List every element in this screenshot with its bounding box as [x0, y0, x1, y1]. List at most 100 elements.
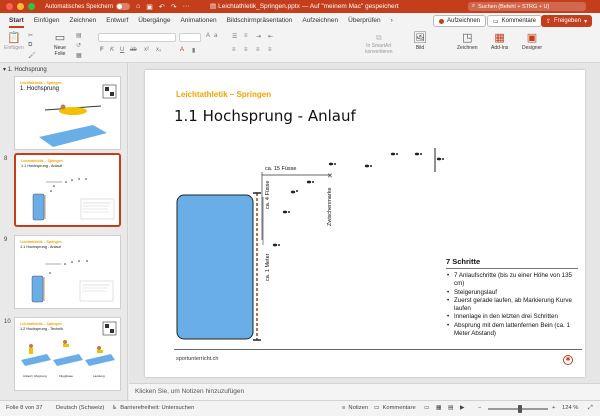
bold-icon[interactable]: F	[100, 47, 104, 53]
tab-slideshow[interactable]: Bildschirmpräsentation	[222, 13, 298, 29]
tab-insert[interactable]: Einfügen	[29, 13, 65, 29]
share-icon: ⇪	[546, 18, 552, 25]
autosave-toggle[interactable]: Automatisches Speichern	[45, 3, 131, 10]
new-slide-button[interactable]: ▭ Neue Folie	[54, 31, 66, 57]
convert-smartart-button[interactable]: ⧉ In SmartArt konvertieren	[365, 33, 393, 55]
slide-thumbnail[interactable]: Leichtathletik – Springen 1.1 Hochsprung…	[14, 235, 121, 309]
label-intermediate-mark[interactable]: Zwischenmarke	[327, 187, 333, 226]
bullets-icon[interactable]: ☰	[232, 33, 237, 40]
current-slide[interactable]: Leichtathletik – Springen 1.1 Hochsprung…	[145, 70, 585, 377]
autosave-switch[interactable]	[116, 3, 131, 10]
label-four-feet[interactable]: ca. 4 Füsse	[265, 181, 271, 209]
draw-button[interactable]: ◳ Zeichnen	[457, 31, 478, 51]
footer-website[interactable]: sportunterricht.ch	[176, 356, 219, 362]
steps-textbox[interactable]: 7 Schritte 7 Anlaufschritte (bis zu eine…	[446, 257, 578, 338]
slide-sorter-icon[interactable]: ▦	[436, 405, 441, 411]
comments-status-button[interactable]: ▭ Kommentare	[374, 405, 416, 411]
highlight-icon[interactable]: ▮	[192, 47, 195, 54]
subscript-icon[interactable]: x₂	[156, 47, 161, 53]
strikethrough-icon[interactable]: ab	[130, 47, 137, 53]
notes-field[interactable]: Klicken Sie, um Notizen hinzuzufügen	[129, 383, 600, 400]
label-one-meter[interactable]: ca. 1 Meter	[265, 253, 271, 281]
landing-mat[interactable]	[176, 194, 254, 340]
notes-button[interactable]: ≡ Notizen	[342, 405, 368, 411]
home-icon[interactable]: ⌂	[136, 3, 140, 10]
align-center-icon[interactable]: ≡	[244, 47, 248, 53]
zoom-slider-handle[interactable]	[518, 405, 522, 413]
addins-button[interactable]: ▦ Add-Ins	[491, 31, 508, 51]
tab-draw[interactable]: Zeichnen	[64, 13, 101, 29]
tabs-chevron-icon[interactable]: ›	[386, 13, 398, 29]
fullscreen-window-button[interactable]	[28, 3, 35, 10]
designer-icon: ▣	[526, 32, 538, 44]
shapes-icon: ◳	[462, 32, 473, 44]
runner-logo-icon: ✱	[563, 355, 573, 365]
format-painter-icon[interactable]: 🖌	[28, 52, 36, 59]
section-icon[interactable]: ▦	[76, 52, 82, 59]
slide-thumbnail[interactable]: Leichtathletik – Springen 1.2 Hochsprung…	[14, 317, 121, 391]
zoom-out-icon[interactable]: −	[478, 405, 481, 411]
slide-thumbnail[interactable]: Leichtathletik – Springen 1.1 Hochsprung…	[14, 153, 121, 227]
label-fifteen-feet[interactable]: ca. 15 Füsse	[265, 166, 297, 172]
slide-thumbnail-pane[interactable]: ▾ 1. Hochsprung Leichtathletik – Springe…	[0, 63, 128, 400]
align-left-icon[interactable]: ≡	[232, 47, 236, 53]
superscript-icon[interactable]: x²	[144, 47, 149, 53]
picture-button[interactable]: 🖼 Bild	[413, 31, 427, 51]
thumbnail-image	[21, 321, 117, 366]
slide-counter: Folie 8 von 37	[6, 405, 43, 411]
record-button[interactable]: Aufzeichnen	[433, 15, 487, 27]
indent-icon[interactable]: ⇥	[256, 33, 261, 40]
share-button[interactable]: ⇪ Freigeben ▾	[541, 15, 593, 27]
slide-thumbnail[interactable]: Leichtathletik – Springen 1. Hochsprung	[14, 76, 121, 150]
accessibility-icon: ♿	[112, 405, 118, 411]
align-right-icon[interactable]: ≡	[256, 47, 260, 53]
justify-icon[interactable]: ≡	[268, 47, 272, 53]
numbering-icon[interactable]: ≡	[244, 33, 248, 39]
accessibility-button[interactable]: ♿ Barrierefreiheit: Untersuchen	[112, 405, 194, 411]
picture-icon: 🖼	[413, 32, 427, 44]
tab-transitions[interactable]: Übergänge	[133, 13, 175, 29]
font-family-select[interactable]	[98, 33, 176, 42]
search-icon: ⌕	[472, 3, 476, 9]
tab-animations[interactable]: Animationen	[175, 13, 221, 29]
document-title[interactable]: ▤ Leichtathletik_Springen.pptx — Auf "me…	[210, 2, 399, 11]
zoom-level[interactable]: 124 %	[562, 405, 578, 411]
list-item: Absprung mit dem lattenfernen Bein (ca. …	[446, 322, 578, 339]
redo-icon[interactable]: ↷	[171, 3, 177, 11]
font-shrink-icon[interactable]: a	[214, 33, 217, 39]
fit-to-window-icon[interactable]: ⤢	[588, 405, 593, 412]
font-grow-icon[interactable]: A	[206, 33, 210, 39]
section-header[interactable]: ▾ 1. Hochsprung	[3, 66, 47, 73]
tab-design[interactable]: Entwurf	[101, 13, 133, 29]
tab-review[interactable]: Überprüfen	[343, 13, 386, 29]
tab-record[interactable]: Aufzeichnen	[297, 13, 343, 29]
steps-list: 7 Anlaufschritte (bis zu einer Höhe von …	[446, 272, 578, 338]
zoom-in-icon[interactable]: +	[552, 405, 555, 411]
slide-editor[interactable]: Leichtathletik – Springen 1.1 Hochsprung…	[129, 63, 600, 383]
layout-icon[interactable]: ▤	[76, 32, 82, 39]
save-icon[interactable]: ▣	[146, 3, 153, 11]
cut-icon[interactable]: ✂	[28, 32, 33, 39]
comments-button[interactable]: ▭ Kommentare	[487, 15, 543, 27]
underline-icon[interactable]: U	[120, 47, 124, 53]
close-window-button[interactable]	[6, 3, 13, 10]
intermediate-mark[interactable]: ✕	[327, 173, 333, 180]
reset-icon[interactable]: ↺	[76, 42, 81, 49]
outdent-icon[interactable]: ⇤	[268, 33, 273, 40]
paste-button[interactable]: 📋 Einfügen	[4, 31, 24, 51]
copy-icon[interactable]: ⧉	[28, 42, 32, 49]
normal-view-icon[interactable]: ▭	[424, 405, 429, 411]
language-indicator[interactable]: Deutsch (Schweiz)	[56, 405, 104, 411]
font-size-select[interactable]	[179, 33, 201, 42]
undo-icon[interactable]: ↶	[159, 3, 165, 11]
search-field[interactable]: ⌕ Suchen (Befehl + STRG + U)	[468, 2, 586, 11]
more-icon[interactable]: ···	[183, 3, 190, 10]
tab-start[interactable]: Start	[4, 13, 29, 29]
reading-view-icon[interactable]: ▤	[448, 405, 453, 411]
font-color-icon[interactable]: A	[180, 47, 184, 53]
italic-icon[interactable]: K	[110, 47, 114, 53]
designer-button[interactable]: ▣ Designer	[522, 31, 542, 51]
slide-number: 8	[4, 156, 8, 162]
minimize-window-button[interactable]	[17, 3, 24, 10]
slideshow-icon[interactable]: ▶	[460, 405, 464, 411]
